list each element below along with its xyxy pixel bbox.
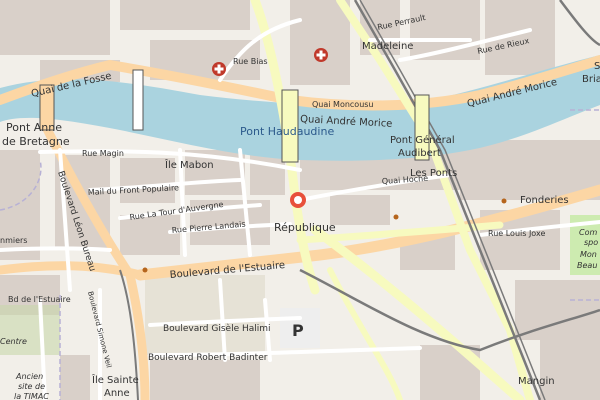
hospital-icon[interactable] (212, 62, 226, 76)
place-label: Île Mabon (164, 158, 214, 171)
place-label: Madeleine (362, 41, 413, 52)
bridge-label: Pont Anne (6, 121, 62, 134)
grass-area (0, 305, 60, 355)
map-view[interactable]: P Pont Haudaudine Pont Général Audibert … (0, 0, 600, 400)
street-label: Bd de l'Estuaire (8, 295, 71, 304)
place-label: Île Sainte (91, 373, 139, 386)
place-label: la TIMAC (14, 392, 49, 400)
street-label: Rue Magin (82, 149, 124, 158)
place-label: Fonderies (520, 195, 569, 206)
svg-text:P: P (292, 321, 304, 340)
street-label: Quai Moncousu (312, 100, 374, 109)
bridge-label: Audibert (398, 148, 441, 159)
place-label: Mon (580, 250, 597, 259)
bridge-label: Pont Haudaudine (240, 125, 334, 138)
place-label: Ancien (15, 372, 43, 381)
location-pin-icon[interactable] (290, 192, 306, 208)
place-label: Anne (104, 388, 130, 399)
street-label: Boulevard Robert Badinter (148, 353, 268, 363)
street-label: nmiers (0, 236, 27, 245)
place-label: Les Ponts (410, 168, 457, 179)
place-label: Beau (577, 261, 597, 270)
place-label: spo (584, 238, 598, 247)
street-label: Rue Bias (233, 57, 268, 66)
place-label: site de (18, 382, 45, 391)
hospital-icon[interactable] (314, 48, 328, 62)
map-canvas[interactable]: P Pont Haudaudine Pont Général Audibert … (0, 0, 600, 400)
bridge-label: de Bretagne (2, 135, 70, 148)
place-label: Centre (0, 337, 27, 346)
street-label: Boulevard Gisèle Halimi (163, 323, 271, 334)
parking-icon[interactable]: P (292, 321, 304, 340)
street-label: Rue Louis Joxe (488, 229, 545, 238)
place-label: Com (579, 228, 597, 237)
bridge-label: Pont Général (390, 134, 455, 146)
place-label: République (274, 221, 336, 234)
construction-area (145, 275, 265, 355)
place-label: S (594, 61, 600, 72)
place-label: Bria (582, 74, 600, 85)
place-label: Mangin (518, 376, 555, 387)
